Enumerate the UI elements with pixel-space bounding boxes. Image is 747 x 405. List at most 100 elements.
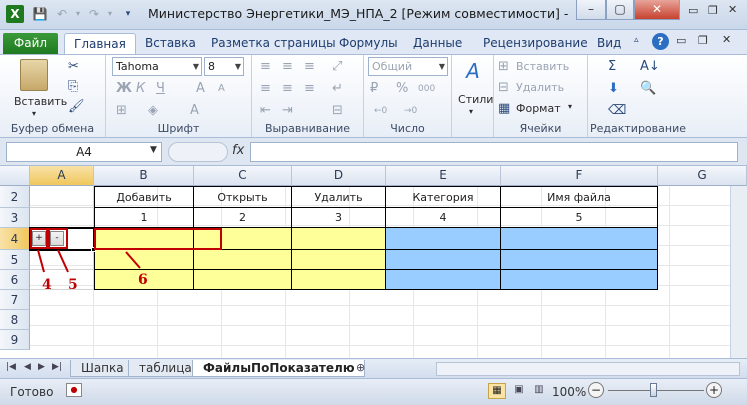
tab-file[interactable]: Файл: [3, 33, 58, 54]
styles-button[interactable]: Стили: [458, 93, 493, 106]
page-layout-view-icon[interactable]: ▣: [510, 383, 528, 399]
row-header-9[interactable]: 9: [0, 330, 30, 350]
window-restore2-icon[interactable]: ❐: [698, 34, 708, 47]
thousands-button[interactable]: 000: [418, 81, 435, 97]
paste-button[interactable]: Вставить: [14, 95, 67, 108]
row-header-8[interactable]: 8: [0, 310, 30, 330]
paste-dropdown-icon[interactable]: ▾: [32, 109, 36, 118]
delete-cells-icon[interactable]: ⊟: [498, 80, 509, 96]
increase-decimal-icon[interactable]: ←0: [374, 103, 387, 119]
first-sheet-icon[interactable]: |◀: [6, 362, 16, 372]
sheet-tab-files[interactable]: ФайлыПоПоказателю: [192, 360, 366, 377]
last-sheet-icon[interactable]: ▶|: [52, 362, 62, 372]
vertical-scrollbar[interactable]: [730, 186, 747, 358]
column-header-e[interactable]: E: [386, 166, 501, 186]
format-cells-icon[interactable]: ▦: [498, 101, 510, 117]
number-format-combo[interactable]: Общий ▼: [368, 57, 448, 76]
new-sheet-icon[interactable]: ⊕: [356, 361, 365, 374]
cell-d4[interactable]: [292, 228, 386, 250]
cell-f6[interactable]: [501, 270, 658, 290]
bold-button[interactable]: Ж: [116, 81, 132, 97]
borders-icon[interactable]: ⊞: [116, 103, 127, 119]
paste-icon[interactable]: [20, 59, 48, 91]
copy-icon[interactable]: ⎘: [68, 79, 78, 95]
fill-color-icon[interactable]: ◈: [148, 103, 158, 119]
customize-qat-icon[interactable]: ▾: [120, 6, 136, 22]
maximize-button[interactable]: ▢: [606, 0, 634, 20]
column-header-c[interactable]: C: [194, 166, 292, 186]
cell-f5[interactable]: [501, 250, 658, 270]
underline-button[interactable]: Ч: [156, 81, 165, 97]
styles-icon[interactable]: A: [460, 59, 486, 87]
cell-f4[interactable]: [501, 228, 658, 250]
cell-e4[interactable]: [386, 228, 501, 250]
align-center-icon[interactable]: ≡: [282, 81, 293, 97]
minimize-ribbon-icon[interactable]: ▵: [634, 35, 639, 45]
cell-d3[interactable]: 3: [292, 208, 386, 228]
cut-icon[interactable]: ✂: [68, 59, 79, 75]
decrease-decimal-icon[interactable]: →0: [404, 103, 417, 119]
column-header-d[interactable]: D: [292, 166, 386, 186]
align-middle-icon[interactable]: ≡: [282, 59, 293, 75]
align-top-icon[interactable]: ≡: [260, 59, 271, 75]
cell-e6[interactable]: [386, 270, 501, 290]
tab-data[interactable]: Данные: [404, 33, 471, 54]
cell-c6[interactable]: [194, 270, 292, 290]
tab-view[interactable]: Вид: [588, 33, 630, 54]
insert-cells-icon[interactable]: ⊞: [498, 59, 509, 75]
undo-dropdown-icon[interactable]: ▾: [70, 6, 86, 22]
fill-icon[interactable]: ⬇: [608, 81, 619, 97]
excel-logo-icon[interactable]: X: [6, 5, 24, 23]
cell-c3[interactable]: 2: [194, 208, 292, 228]
align-bottom-icon[interactable]: ≡: [304, 59, 315, 75]
grow-font-button[interactable]: A: [196, 81, 205, 97]
cell-d6[interactable]: [292, 270, 386, 290]
inner-restore-icon[interactable]: ❐: [708, 4, 718, 17]
decrease-indent-icon[interactable]: ⇤: [260, 103, 271, 119]
column-header-g[interactable]: G: [658, 166, 747, 186]
zoom-out-button[interactable]: −: [588, 382, 604, 398]
align-left-icon[interactable]: ≡: [260, 81, 271, 97]
horizontal-scrollbar[interactable]: [436, 362, 740, 376]
tab-review[interactable]: Рецензирование: [474, 33, 597, 54]
clear-icon[interactable]: ⌫: [608, 103, 626, 119]
cell-f2[interactable]: Имя файла: [501, 186, 658, 208]
minimize-button[interactable]: –: [576, 0, 606, 20]
window-restore-icon[interactable]: ▭: [676, 34, 686, 47]
macro-record-icon[interactable]: ●: [66, 383, 82, 397]
cell-d2[interactable]: Удалить: [292, 186, 386, 208]
window-close2-icon[interactable]: ✕: [722, 33, 731, 46]
percent-button[interactable]: %: [396, 81, 408, 97]
delete-cells-button[interactable]: Удалить: [516, 81, 564, 94]
sort-filter-icon[interactable]: A↓: [640, 59, 660, 75]
format-cells-button[interactable]: Формат: [516, 102, 561, 115]
name-box-dropdown-icon[interactable]: ▼: [150, 145, 157, 155]
zoom-slider-thumb[interactable]: [650, 383, 657, 397]
page-break-view-icon[interactable]: ▥: [530, 383, 548, 399]
orientation-icon[interactable]: ⤢: [332, 59, 342, 75]
cell-e5[interactable]: [386, 250, 501, 270]
insert-cells-button[interactable]: Вставить: [516, 60, 569, 73]
inner-close-icon[interactable]: ✕: [728, 3, 737, 16]
font-name-combo[interactable]: Tahoma ▼: [112, 57, 202, 76]
tab-formulas[interactable]: Формулы: [330, 33, 407, 54]
format-dropdown-icon[interactable]: ▾: [568, 102, 572, 111]
column-header-f[interactable]: F: [501, 166, 658, 186]
redo-dropdown-icon[interactable]: ▾: [102, 6, 118, 22]
save-icon[interactable]: 💾: [32, 6, 48, 22]
insert-function-button[interactable]: fx: [232, 143, 244, 158]
tab-insert[interactable]: Вставка: [136, 33, 205, 54]
prev-sheet-icon[interactable]: ◀: [24, 362, 31, 372]
normal-view-icon[interactable]: ▦: [488, 383, 506, 399]
cell-c5[interactable]: [194, 250, 292, 270]
format-painter-icon[interactable]: 🖌: [68, 99, 85, 115]
next-sheet-icon[interactable]: ▶: [38, 362, 45, 372]
currency-icon[interactable]: ₽: [370, 81, 378, 97]
styles-dropdown-icon[interactable]: ▾: [469, 107, 473, 116]
tab-home[interactable]: Главная: [64, 33, 136, 54]
sheet-tab-shapka[interactable]: Шапка: [70, 360, 135, 377]
name-box[interactable]: A4: [6, 142, 162, 162]
redo-icon[interactable]: ↷: [86, 6, 102, 22]
shrink-font-button[interactable]: A: [218, 81, 225, 97]
wrap-text-icon[interactable]: ↵: [332, 81, 343, 97]
